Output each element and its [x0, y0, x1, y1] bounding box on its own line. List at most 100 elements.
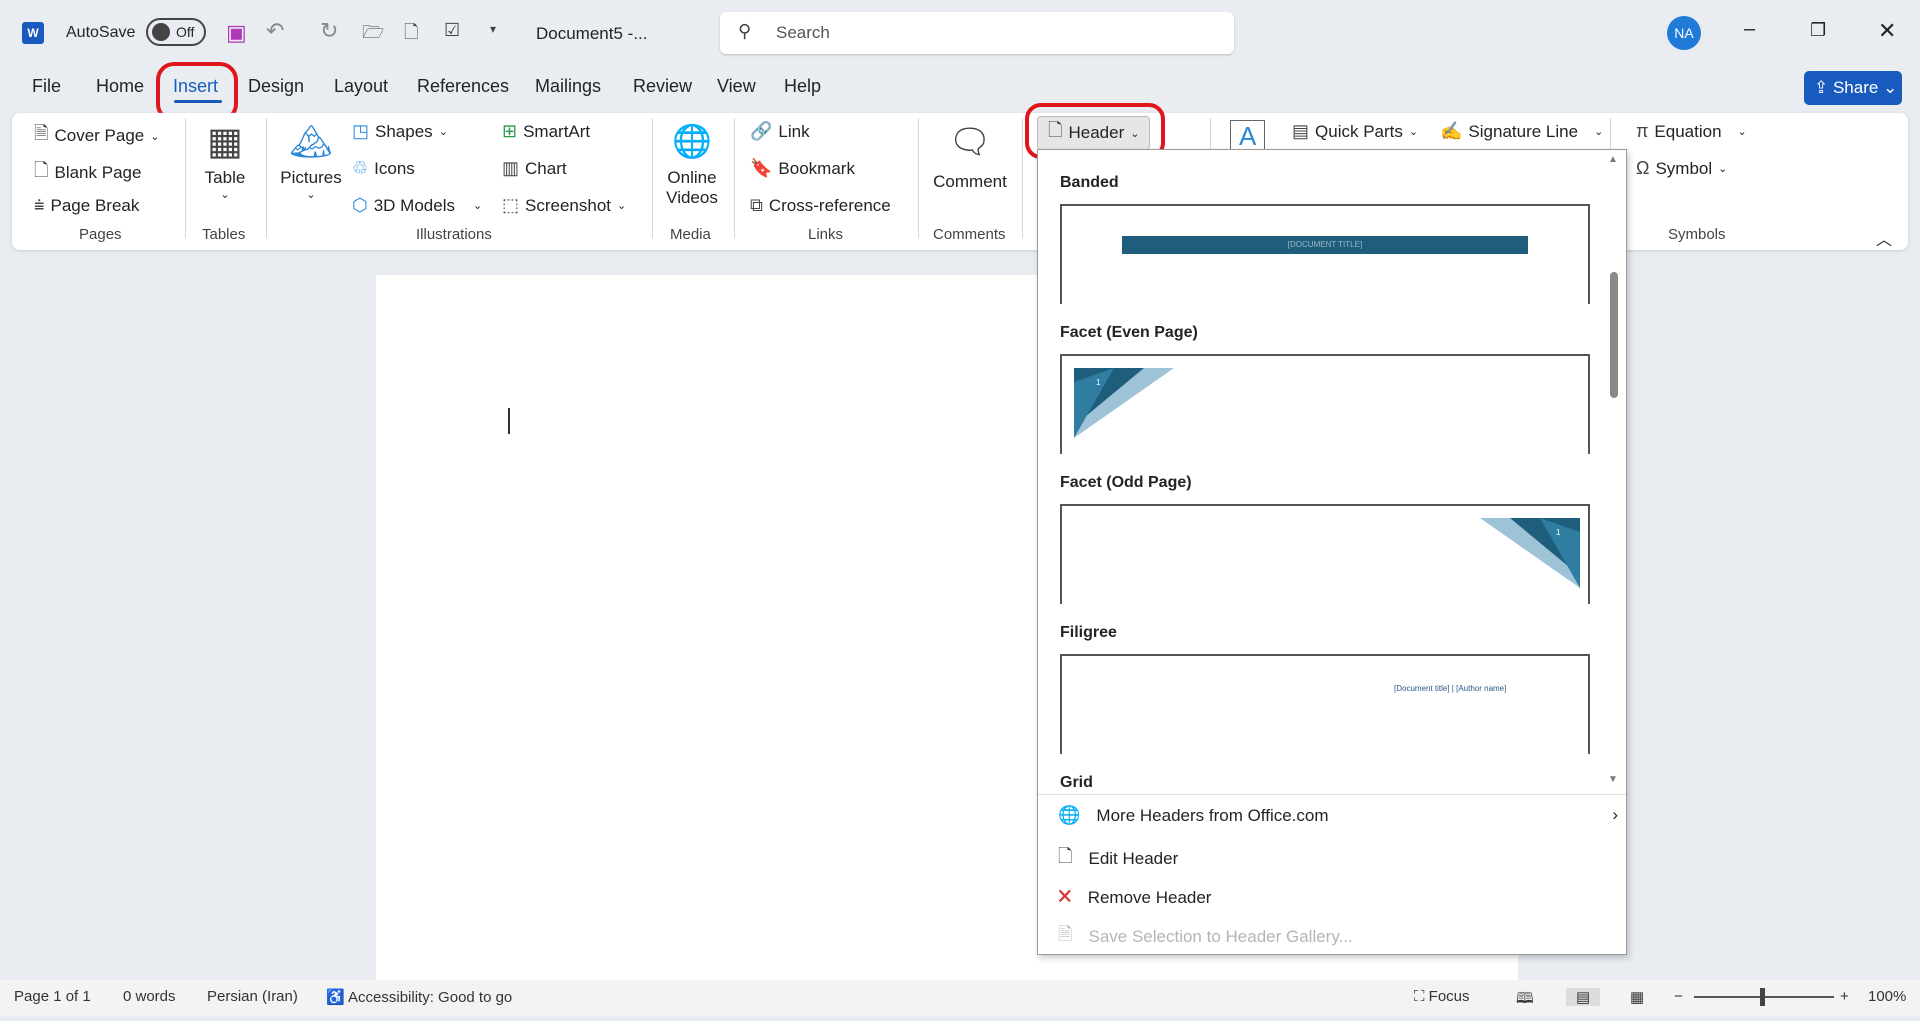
- group-label-illustrations: Illustrations: [416, 226, 492, 243]
- remove-header-menu-item[interactable]: 🗙 Remove Header: [1058, 883, 1211, 913]
- quick-parts-icon: ▤: [1292, 121, 1310, 141]
- screenshot-icon: ⬚: [502, 195, 520, 215]
- redo-icon[interactable]: ↻: [320, 18, 338, 44]
- tab-layout[interactable]: Layout: [334, 76, 388, 97]
- zoom-in-button[interactable]: +: [1840, 988, 1849, 1005]
- gallery-item-facet-even[interactable]: 1: [1060, 354, 1590, 454]
- avatar[interactable]: NA: [1667, 16, 1701, 50]
- online-videos-icon: 🌐: [672, 123, 712, 159]
- new-document-icon[interactable]: 🗋: [404, 20, 418, 50]
- tab-references[interactable]: References: [417, 76, 509, 97]
- customize-toolbar-icon[interactable]: ▾: [490, 22, 496, 36]
- edit-header-icon: 🗋: [1058, 846, 1073, 866]
- save-selection-menu-item: 🗎 Save Selection to Header Gallery...: [1058, 922, 1353, 952]
- online-videos-button[interactable]: 🌐 Online Videos: [660, 120, 724, 208]
- zoom-slider[interactable]: [1694, 988, 1834, 1006]
- language[interactable]: Persian (Iran): [207, 988, 298, 1005]
- focus-button[interactable]: ⛶ Focus: [1414, 988, 1470, 1005]
- accessibility-status[interactable]: ♿ Accessibility: Good to go: [326, 988, 512, 1006]
- 3d-models-icon: ⬡: [352, 195, 368, 215]
- header-dropdown: Banded [DOCUMENT TITLE] Facet (Even Page…: [1037, 149, 1627, 955]
- equation-button[interactable]: π Equation ⌄: [1636, 121, 1747, 142]
- group-label-tables: Tables: [202, 226, 246, 243]
- zoom-level[interactable]: 100%: [1868, 988, 1906, 1005]
- 3d-models-button[interactable]: ⬡ 3D Models ⌄: [352, 195, 482, 216]
- undo-icon[interactable]: ↶: [266, 18, 284, 44]
- table-button[interactable]: ▦ Table ⌄: [200, 120, 250, 201]
- gallery-scrollbar[interactable]: ▲ ▼: [1604, 154, 1622, 794]
- gallery-item-title: Banded: [1060, 174, 1119, 191]
- share-button[interactable]: ⇪ Share ⌄: [1804, 71, 1902, 105]
- search-box[interactable]: ⚲ Search: [720, 12, 1234, 54]
- web-layout-icon[interactable]: ▦: [1630, 988, 1644, 1006]
- save-to-gallery-icon: 🗎: [1058, 924, 1073, 944]
- page-count[interactable]: Page 1 of 1: [14, 988, 91, 1005]
- chevron-right-icon: ›: [1612, 805, 1618, 824]
- equation-icon: π: [1636, 121, 1649, 141]
- bookmark-button[interactable]: 🔖 Bookmark: [750, 158, 855, 179]
- minimize-icon[interactable]: –: [1744, 18, 1755, 41]
- gallery-item-banded[interactable]: [DOCUMENT TITLE]: [1060, 204, 1590, 304]
- tab-help[interactable]: Help: [784, 76, 821, 97]
- gallery-item-facet-odd[interactable]: 1: [1060, 504, 1590, 604]
- save-icon[interactable]: ▣: [226, 20, 247, 46]
- table-icon: ▦: [207, 121, 243, 163]
- link-button[interactable]: 🔗 Link: [750, 121, 810, 142]
- edit-header-menu-item[interactable]: 🗋 Edit Header: [1058, 844, 1178, 874]
- shapes-icon: ◳: [352, 121, 370, 141]
- page-break-icon: ⩧: [34, 195, 45, 215]
- cross-reference-button[interactable]: ⧉ Cross-reference: [750, 195, 891, 216]
- word-count[interactable]: 0 words: [123, 988, 176, 1005]
- cover-page-button[interactable]: 🗎 Cover Page ⌄: [34, 121, 159, 151]
- signature-line-button[interactable]: ✍ Signature Line ⌄: [1440, 121, 1603, 142]
- search-icon: ⚲: [738, 21, 752, 41]
- tab-review[interactable]: Review: [633, 76, 692, 97]
- group-label-links: Links: [808, 226, 844, 243]
- smartart-icon: ⊞: [502, 121, 518, 141]
- group-label-media: Media: [670, 226, 711, 243]
- group-label-comments: Comments: [933, 226, 1006, 243]
- bookmark-icon: 🔖: [750, 158, 773, 178]
- screenshot-button[interactable]: ⬚ Screenshot ⌄: [502, 195, 626, 216]
- autosave-toggle[interactable]: Off: [146, 18, 206, 46]
- pictures-button[interactable]: 🏔 Pictures ⌄: [278, 120, 344, 201]
- comment-icon: 🗨: [948, 123, 992, 161]
- icons-icon: ♲: [352, 158, 369, 178]
- print-layout-icon[interactable]: ▤: [1566, 988, 1601, 1006]
- blank-page-button[interactable]: 🗋 Blank Page: [34, 158, 141, 188]
- accessibility-icon: ♿: [326, 989, 345, 1006]
- group-label-pages: Pages: [79, 226, 122, 243]
- tab-home[interactable]: Home: [96, 76, 144, 97]
- cover-page-icon: 🗎: [34, 123, 49, 143]
- signature-line-icon: ✍: [1440, 121, 1463, 141]
- document-title: Document5 -...: [536, 24, 648, 43]
- open-folder-icon[interactable]: 🗁: [362, 20, 384, 50]
- icons-button[interactable]: ♲ Icons: [352, 158, 415, 179]
- remove-header-icon: 🗙: [1058, 885, 1072, 905]
- chart-button[interactable]: ▥ Chart: [502, 158, 567, 179]
- page-break-button[interactable]: ⩧ Page Break: [34, 195, 139, 216]
- tab-view[interactable]: View: [717, 76, 756, 97]
- pictures-icon: 🏔: [289, 123, 333, 161]
- collapse-ribbon-icon[interactable]: ︿: [1876, 226, 1892, 250]
- globe-icon: 🌐: [1058, 805, 1081, 825]
- zoom-out-button[interactable]: −: [1674, 988, 1683, 1005]
- more-headers-menu-item[interactable]: 🌐 More Headers from Office.com ›: [1058, 805, 1618, 826]
- checklist-icon[interactable]: ☑: [444, 20, 460, 41]
- shapes-button[interactable]: ◳ Shapes ⌄: [352, 121, 448, 142]
- smartart-button[interactable]: ⊞ SmartArt: [502, 121, 590, 142]
- tab-mailings[interactable]: Mailings: [535, 76, 601, 97]
- text-cursor: [508, 408, 510, 434]
- autosave-label: AutoSave: [66, 24, 136, 41]
- read-mode-icon[interactable]: 🕮: [1516, 988, 1534, 1013]
- gallery-item-filigree[interactable]: [Document title] | [Author name]: [1060, 654, 1590, 754]
- tab-file[interactable]: File: [32, 76, 61, 97]
- cross-reference-icon: ⧉: [750, 195, 763, 215]
- quick-parts-button[interactable]: ▤ Quick Parts ⌄: [1292, 121, 1418, 142]
- close-icon[interactable]: ✕: [1878, 18, 1896, 44]
- tab-design[interactable]: Design: [248, 76, 304, 97]
- symbol-button[interactable]: Ω Symbol ⌄: [1636, 158, 1727, 179]
- restore-icon[interactable]: ❐: [1810, 20, 1826, 41]
- blank-page-icon: 🗋: [34, 160, 49, 180]
- comment-button[interactable]: 🗨 Comment: [928, 118, 1012, 192]
